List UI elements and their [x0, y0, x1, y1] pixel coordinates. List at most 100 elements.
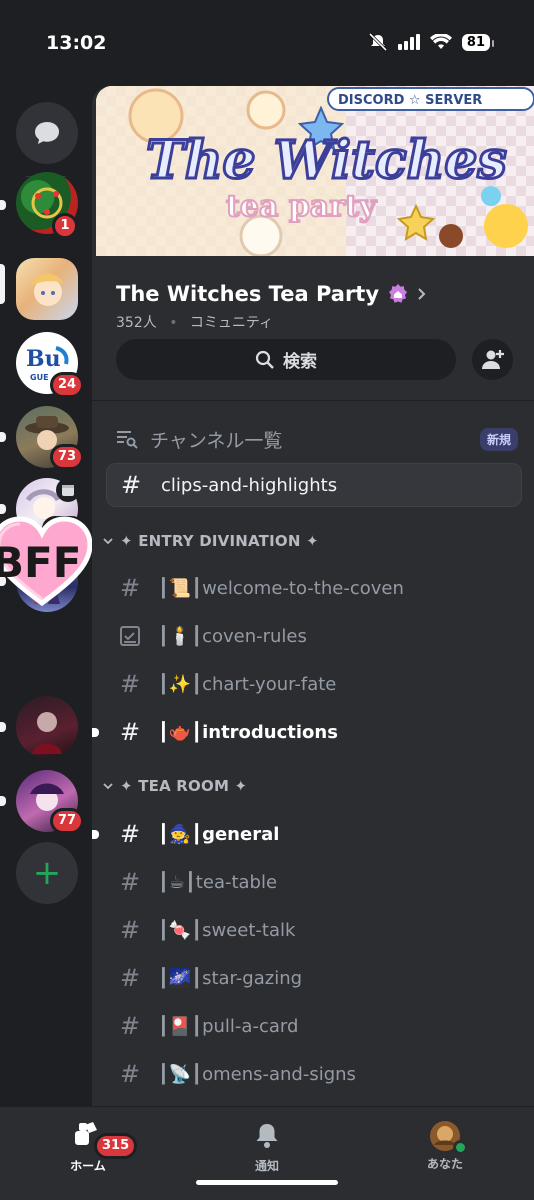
- channel-tea-table[interactable]: # ┃☕┃tea-table: [106, 860, 522, 904]
- tab-notifications[interactable]: 通知: [207, 1121, 327, 1174]
- search-icon: [255, 350, 274, 369]
- banner-top-text: DISCORD ☆ SERVER: [338, 93, 482, 108]
- channel-general[interactable]: # ┃🧙┃general: [92, 812, 522, 856]
- channel-star-gazing[interactable]: # ┃🌌┃star-gazing: [106, 956, 522, 1000]
- category-label: ✦ TEA ROOM ✦: [120, 777, 248, 795]
- online-status-dot: [453, 1140, 468, 1155]
- hash-icon: #: [119, 964, 141, 992]
- channel-label: ┃🫖┃introductions: [158, 721, 338, 743]
- channel-label: ┃☕┃tea-table: [158, 871, 278, 893]
- list-search-icon: [117, 431, 138, 449]
- unread-pill: [0, 432, 6, 442]
- member-count: 352人: [116, 315, 157, 331]
- home-indicator: [196, 1180, 338, 1185]
- category-tea-room[interactable]: ✦ TEA ROOM ✦: [102, 777, 247, 795]
- unread-indicator: [92, 830, 99, 839]
- banner-title: The Witches: [146, 130, 507, 191]
- banner-subtitle: tea party: [226, 189, 378, 224]
- guild-icon-dark[interactable]: [16, 696, 78, 758]
- channel-panel: DISCORD ☆ SERVER The Witches tea party T…: [92, 86, 534, 1106]
- rules-channel-icon: [120, 626, 140, 646]
- header-divider: [92, 400, 534, 401]
- tab-you[interactable]: あなた: [385, 1121, 505, 1172]
- battery-indicator: 81: [461, 33, 495, 51]
- meta-separator-dot: •: [169, 315, 178, 331]
- tab-notifications-label: 通知: [254, 1159, 279, 1173]
- channel-clips-and-highlights[interactable]: # clips-and-highlights: [106, 463, 522, 507]
- browse-channels-label: チャンネル一覧: [150, 429, 283, 452]
- selected-pill: [0, 264, 5, 304]
- hash-icon: #: [119, 574, 141, 602]
- guild-badge: 1: [52, 213, 78, 239]
- guild-badge: 77: [50, 808, 85, 834]
- banner-art: DISCORD ☆ SERVER The Witches tea party: [96, 86, 534, 256]
- server-name-button[interactable]: The Witches Tea Party: [116, 282, 427, 306]
- user-avatar-wrap: [430, 1121, 468, 1155]
- channel-label: ┃✨┃chart-your-fate: [158, 673, 337, 695]
- tab-home[interactable]: ホーム 315: [28, 1121, 148, 1174]
- channel-introductions[interactable]: # ┃🫖┃introductions: [92, 710, 522, 754]
- channel-label: ┃🎴┃pull-a-card: [158, 1015, 299, 1037]
- search-button[interactable]: 検索: [116, 339, 456, 380]
- community-home-icon: [389, 284, 408, 303]
- channel-label: ┃📜┃welcome-to-the-coven: [158, 577, 404, 599]
- server-meta: 352人 • コミュニティ: [116, 312, 273, 332]
- chevron-down-icon: [103, 538, 113, 545]
- hash-icon: #: [119, 718, 141, 746]
- event-indicator: [56, 478, 80, 502]
- home-badge: 315: [94, 1133, 138, 1159]
- guild-badge: 24: [50, 372, 85, 398]
- signal-icon: [397, 34, 420, 50]
- tab-home-label: ホーム: [70, 1159, 106, 1173]
- channel-label: clips-and-highlights: [161, 474, 338, 496]
- chevron-right-icon: [418, 288, 426, 300]
- add-user-icon: [481, 349, 504, 369]
- server-type: コミュニティ: [189, 315, 274, 331]
- guild-badge: 73: [50, 444, 85, 470]
- channel-coven-rules[interactable]: ┃🕯️┃coven-rules: [106, 614, 522, 658]
- browse-channels-row[interactable]: チャンネル一覧 新規: [116, 424, 518, 454]
- bff-heart-sticker: BFF: [0, 516, 93, 607]
- bell-icon: [256, 1124, 278, 1148]
- add-server-button[interactable]: +: [16, 842, 78, 904]
- hash-icon: #: [119, 1060, 141, 1088]
- category-label: ✦ ENTRY DIVINATION ✦: [120, 532, 319, 550]
- category-entry-divination[interactable]: ✦ ENTRY DIVINATION ✦: [102, 532, 319, 550]
- svg-text:Bu: Bu: [26, 346, 61, 372]
- direct-messages-button[interactable]: [16, 102, 78, 164]
- channel-label: ┃🍬┃sweet-talk: [158, 919, 296, 941]
- channel-label: ┃🌌┃star-gazing: [158, 967, 303, 989]
- channel-chart-your-fate[interactable]: # ┃✨┃chart-your-fate: [106, 662, 522, 706]
- hash-icon: #: [119, 868, 141, 896]
- unread-pill: [0, 796, 6, 806]
- witch-avatar-icon: [30, 273, 64, 306]
- unread-pill: [0, 200, 6, 210]
- mute-bell-icon: [368, 33, 387, 51]
- dark-character-icon: [32, 712, 62, 754]
- hash-icon: #: [119, 820, 141, 848]
- channel-sweet-talk[interactable]: # ┃🍬┃sweet-talk: [106, 908, 522, 952]
- guild-icon-witches-tea-party[interactable]: [16, 258, 78, 320]
- hash-icon: #: [119, 670, 141, 698]
- channel-label: ┃🕯️┃coven-rules: [158, 625, 307, 647]
- status-icons: 81: [368, 33, 495, 51]
- channel-label: ┃🧙┃general: [158, 823, 280, 845]
- hash-icon: #: [120, 471, 142, 499]
- svg-text:GUE: GUE: [30, 373, 49, 382]
- calendar-icon: [62, 485, 74, 496]
- server-banner[interactable]: DISCORD ☆ SERVER The Witches tea party: [96, 86, 534, 256]
- channel-welcome-to-the-coven[interactable]: # ┃📜┃welcome-to-the-coven: [106, 566, 522, 610]
- unread-pill: [0, 504, 6, 514]
- chevron-down-icon: [103, 783, 113, 790]
- channel-omens-and-signs[interactable]: # ┃📡┃omens-and-signs: [106, 1052, 522, 1096]
- hash-icon: #: [119, 916, 141, 944]
- invite-button[interactable]: [472, 339, 513, 380]
- wifi-icon: [429, 34, 452, 49]
- channel-pull-a-card[interactable]: # ┃🎴┃pull-a-card: [106, 1004, 522, 1048]
- hash-icon: #: [119, 1012, 141, 1040]
- bottom-navigation: ホーム 315 通知 あなた: [0, 1106, 534, 1200]
- chat-bubble-icon: [35, 122, 59, 144]
- status-time: 13:02: [46, 32, 107, 54]
- bff-text: BFF: [0, 538, 81, 587]
- tab-you-label: あなた: [426, 1157, 463, 1171]
